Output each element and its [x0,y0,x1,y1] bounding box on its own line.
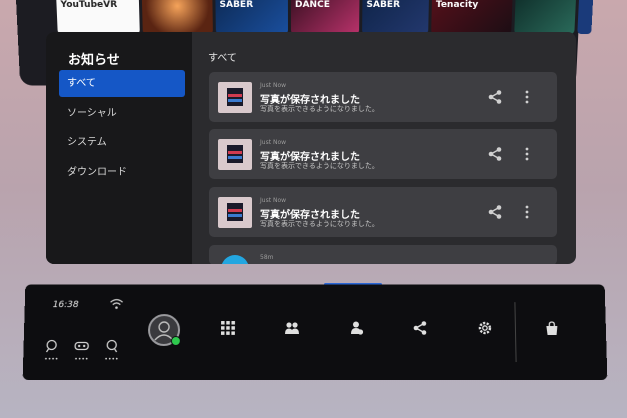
battery-dots: •••• [43,357,59,363]
app-tile[interactable]: SABER [215,0,288,34]
headset-status[interactable]: •••• [73,338,90,360]
headset-icon [73,339,89,353]
app-tile[interactable] [142,0,213,34]
wifi-icon[interactable] [109,298,123,310]
photo-thumbnail [218,197,252,228]
notification-time: 58m [260,254,273,261]
share-icon[interactable] [487,89,503,105]
notification-card[interactable]: Just Now 写真が保存されました 写真を表示できるようになりました。 [209,129,557,179]
apps-grid-icon[interactable] [220,320,236,336]
photo-thumbnail [218,82,252,113]
share-icon[interactable] [412,320,428,336]
party-icon[interactable] [348,320,364,336]
sidebar-item-all[interactable]: すべて [59,70,185,97]
app-tile[interactable]: Tenacity [431,0,513,34]
right-controller-icon [104,339,120,353]
sidebar-item-system[interactable]: システム [59,129,185,156]
app-tile[interactable] [514,0,576,34]
notification-card[interactable]: Just Now 写真が保存されました 写真を表示できるようになりました。 [209,187,557,237]
notification-body: 写真を表示できるようになりました。 [260,104,379,114]
notification-time: Just Now [260,82,286,89]
sidebar-item-social[interactable]: ソーシャル [59,100,185,127]
notification-card[interactable]: 58m [209,245,557,264]
share-icon[interactable] [487,146,503,162]
online-status-dot [171,336,181,346]
app-avatar-icon [221,255,249,264]
notification-card[interactable]: Just Now 写真が保存されました 写真を表示できるようになりました。 [209,72,557,122]
photo-thumbnail [218,139,252,170]
notification-time: Just Now [260,139,286,146]
people-icon[interactable] [284,320,300,336]
more-options-icon[interactable] [523,89,531,105]
controller-status[interactable]: •••• [103,338,119,360]
app-tile[interactable]: DANCE [291,0,360,34]
profile-avatar-button[interactable] [148,314,180,346]
more-options-icon[interactable] [523,204,531,220]
dock-divider [514,302,516,362]
youtube-vr-tile[interactable]: YouTubeVR [56,0,140,34]
notification-body: 写真を表示できるようになりました。 [260,219,379,229]
battery-dots: •••• [103,357,119,363]
notifications-list: すべて Just Now 写真が保存されました 写真を表示できるようになりました… [192,32,576,264]
notification-time: Just Now [260,197,286,204]
notification-body: 写真を表示できるようになりました。 [260,161,379,171]
universal-menu-dock: 16:38 •••• •••• •••• [23,284,608,380]
left-controller-icon [43,339,59,353]
clock: 16:38 [53,300,79,310]
battery-dots: •••• [73,357,89,363]
notifications-sidebar: お知らせ すべて ソーシャル システム ダウンロード [46,32,192,264]
section-title: すべて [208,49,237,64]
settings-icon[interactable] [477,320,493,336]
store-bag-icon[interactable] [544,320,560,336]
sidebar-item-downloads[interactable]: ダウンロード [59,159,185,186]
notifications-panel: お知らせ すべて ソーシャル システム ダウンロード すべて Just Now … [46,32,576,264]
app-tile[interactable]: SABER [362,0,429,34]
share-icon[interactable] [487,204,503,220]
controller-status[interactable]: •••• [43,338,60,360]
more-options-icon[interactable] [523,146,531,162]
app-tile[interactable] [577,0,593,34]
sidebar-title: お知らせ [68,49,120,68]
